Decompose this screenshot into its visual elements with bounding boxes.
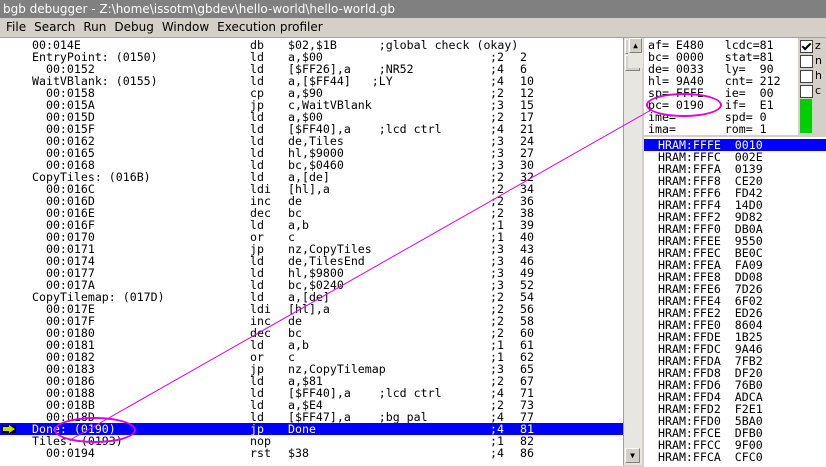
disassembly-row[interactable]: 00:0194 rst $38 ;4 86 xyxy=(0,447,623,459)
stack-pane[interactable]: HRAM:FFFE 0010 HRAM:FFFC 002E HRAM:FFFA 01… xyxy=(644,137,826,467)
flag-h-checkbox[interactable]: h xyxy=(798,68,822,83)
checkbox-icon[interactable] xyxy=(800,69,813,83)
done-highlight-circle xyxy=(54,417,136,443)
flag-label: n xyxy=(815,54,822,67)
flag-label: c xyxy=(815,84,822,97)
window-title-bar: bgb debugger - Z:\home\issotm\gbdev\hell… xyxy=(0,0,826,18)
status-indicator xyxy=(800,99,812,133)
disassembly-pane[interactable]: 00:014E db $02,$1B ;global check (okay) Ent… xyxy=(0,38,623,466)
instruction-cycles: ;4 xyxy=(490,446,504,460)
checkbox-icon[interactable] xyxy=(800,39,813,53)
menu-file[interactable]: File xyxy=(0,18,30,37)
window-title: bgb debugger - Z:\home\issotm\gbdev\hell… xyxy=(3,2,396,16)
instruction-address: 00:0194 xyxy=(32,446,95,460)
registers-pane: af= E480 lcdc=81 bc= 0000 stat=81 de= 0033… xyxy=(644,38,798,135)
flag-n-checkbox[interactable]: n xyxy=(798,53,822,68)
menu-debug[interactable]: Debug xyxy=(110,18,157,37)
menu-run[interactable]: Run xyxy=(79,18,110,37)
menu-execution-profiler[interactable]: Execution profiler xyxy=(213,18,327,37)
instruction-total: 86 xyxy=(520,446,534,460)
flag-label: h xyxy=(815,69,822,82)
pc-highlight-circle xyxy=(646,93,722,117)
menu-window[interactable]: Window xyxy=(158,18,213,37)
disassembly-scrollbar[interactable]: ▲ ▼ xyxy=(623,38,642,465)
flag-c-checkbox[interactable]: c xyxy=(798,83,822,98)
menu-bar: File Search Run Debug Window Execution profil… xyxy=(0,18,826,38)
flag-label: z xyxy=(815,39,821,52)
instruction-operands: Done xyxy=(288,422,316,436)
menu-search[interactable]: Search xyxy=(30,18,79,37)
flag-z-checkbox[interactable]: z xyxy=(798,38,822,53)
register-list: af= E480 lcdc=81 bc= 0000 stat=81 de= 0033… xyxy=(648,39,781,135)
checkbox-icon[interactable] xyxy=(800,84,813,98)
register-scroll-up[interactable]: ▲ xyxy=(629,38,642,53)
register-line: ima= rom= 1 xyxy=(648,122,767,135)
instruction-mnemonic: rst xyxy=(250,446,271,460)
instruction-operands: $38 xyxy=(288,446,309,460)
register-scrollbar[interactable]: ▲ xyxy=(628,38,643,68)
scroll-down-button[interactable]: ▼ xyxy=(625,448,640,463)
pc-arrow-icon xyxy=(2,425,16,433)
checkbox-icon[interactable] xyxy=(800,54,813,68)
stack-row[interactable]: HRAM:FFCA CFC0 xyxy=(644,451,826,463)
